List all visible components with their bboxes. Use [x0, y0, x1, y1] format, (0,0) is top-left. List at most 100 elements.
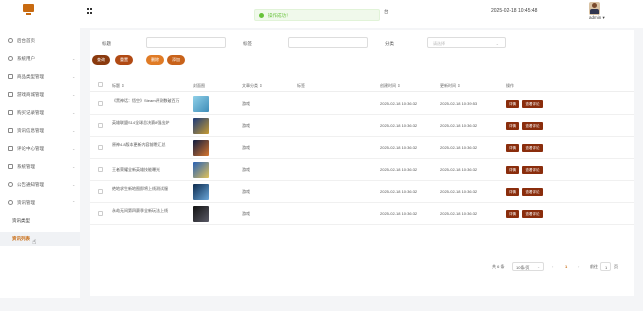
filter-title-label: 标题 — [102, 41, 111, 46]
detail-button[interactable]: 详情 — [506, 100, 519, 108]
table-row: 王者荣耀全新英雄技能曝光 游戏 2025-02-18 10:36:32 2025… — [90, 159, 634, 181]
row-checkbox[interactable] — [98, 123, 103, 128]
sidebar-item-label: 系统管理 — [17, 164, 35, 169]
row-updated: 2025-02-18 10:39:53 — [440, 101, 478, 106]
row-updated: 2025-02-18 10:36:32 — [440, 145, 478, 150]
cover-image — [193, 162, 209, 178]
avatar[interactable] — [589, 2, 600, 15]
sidebar-item-label: 系统用户 — [17, 56, 35, 61]
column-category[interactable]: 文章分类 ⇕ — [242, 83, 262, 89]
table-row: 英雄联盟S14全球总决赛8强出炉 游戏 2025-02-18 10:36:32 … — [90, 115, 634, 137]
sidebar-item-system-management[interactable]: 系统管理 ⌄ — [0, 160, 80, 174]
type-filter-placeholder: 请选择 — [433, 41, 445, 46]
next-page-button[interactable]: › — [578, 264, 579, 269]
sidebar-item-product-types[interactable]: 商品类型管理 ⌄ — [0, 70, 80, 84]
row-checkbox[interactable] — [98, 211, 103, 216]
list-icon — [8, 128, 13, 133]
page-size-select[interactable]: 10条/页 ⌄ — [512, 262, 544, 271]
comment-icon — [8, 146, 13, 151]
sidebar-item-announcements[interactable]: 公告通知管理 ⌄ — [0, 178, 80, 192]
row-category: 游戏 — [242, 211, 250, 216]
row-category: 游戏 — [242, 145, 250, 150]
type-filter-select[interactable]: 请选择 ⌄ — [427, 37, 506, 48]
view-comments-button[interactable]: 查看评论 — [522, 210, 543, 218]
row-checkbox[interactable] — [98, 167, 103, 172]
column-title[interactable]: 标题 ⇕ — [112, 83, 124, 89]
sidebar-item-purchase-records[interactable]: 购买记录管理 ⌄ — [0, 106, 80, 120]
row-checkbox[interactable] — [98, 189, 103, 194]
tag-filter-input[interactable] — [288, 37, 368, 48]
sidebar-item-label: 资讯管理 — [17, 200, 35, 205]
detail-button[interactable]: 详情 — [506, 144, 519, 152]
chevron-down-icon: ⌄ — [72, 74, 76, 79]
cover-image — [193, 140, 209, 156]
detail-button[interactable]: 详情 — [506, 210, 519, 218]
detail-button[interactable]: 详情 — [506, 188, 519, 196]
monitor-logo-icon[interactable] — [23, 4, 34, 17]
column-actions: 操作 — [506, 83, 514, 88]
detail-button[interactable]: 详情 — [506, 122, 519, 130]
title-filter-input[interactable] — [146, 37, 226, 48]
sidebar-item-home[interactable]: 后台首页 — [0, 34, 80, 48]
column-updated[interactable]: 更新时间 ⇕ — [440, 83, 460, 89]
top-bar: 操作成功！ 台 2025-02-18 10:45:48 admin ▾ — [0, 0, 643, 28]
grid-menu-icon[interactable] — [87, 8, 93, 14]
sidebar-item-label: 公告通知管理 — [17, 182, 44, 187]
view-comments-button[interactable]: 查看评论 — [522, 188, 543, 196]
chevron-down-icon: ⌄ — [72, 146, 76, 151]
page-number-current[interactable]: 1 — [565, 264, 567, 269]
page-suffix: 页 — [614, 264, 618, 269]
row-created: 2025-02-18 10:36:32 — [380, 145, 418, 150]
view-comments-button[interactable]: 查看评论 — [522, 166, 543, 174]
chevron-down-icon: ⌄ — [72, 182, 76, 187]
list-icon — [8, 110, 13, 115]
sidebar-item-comment-center[interactable]: 评论中心管理 ⌄ — [0, 142, 80, 156]
filter-tag-label: 标签 — [243, 41, 252, 46]
sidebar-item-news-info[interactable]: 资讯信息管理 ⌄ — [0, 124, 80, 138]
view-comments-button[interactable]: 查看评论 — [522, 122, 543, 130]
column-created[interactable]: 创建时间 ⇕ — [380, 83, 400, 89]
row-created: 2025-02-18 10:36:32 — [380, 167, 418, 172]
row-updated: 2025-02-18 10:36:32 — [440, 189, 478, 194]
chevron-down-icon: ⌄ — [72, 128, 76, 133]
row-title: 原神4.8版本更新内容前瞻汇总 — [112, 142, 166, 147]
row-updated: 2025-02-18 10:36:32 — [440, 211, 478, 216]
settings-icon — [8, 200, 13, 205]
chevron-down-icon: ⌄ — [72, 56, 76, 61]
view-comments-button[interactable]: 查看评论 — [522, 100, 543, 108]
goto-page-value: 1 — [605, 265, 608, 270]
row-created: 2025-02-18 10:36:32 — [380, 123, 418, 128]
sidebar-item-game-store[interactable]: 游戏商城管理 ⌄ — [0, 88, 80, 102]
view-comments-button[interactable]: 查看评论 — [522, 144, 543, 152]
reset-button[interactable]: 重置 — [115, 55, 133, 65]
add-button[interactable]: 添加 — [167, 55, 185, 65]
goto-page-input[interactable]: 1 — [600, 262, 611, 271]
chevron-down-icon: ⌄ — [537, 265, 540, 269]
hand-cursor-icon: ☝ — [32, 239, 37, 246]
row-title: 王者荣耀全新英雄技能曝光 — [112, 167, 160, 172]
cover-image — [193, 184, 209, 200]
sidebar-item-system-users[interactable]: 系统用户 ⌄ — [0, 52, 80, 66]
chevron-down-icon: ⌄ — [72, 164, 76, 169]
select-all-checkbox[interactable] — [98, 82, 103, 87]
success-toast: 操作成功！ — [254, 9, 380, 21]
chevron-up-icon: ⌃ — [72, 200, 76, 205]
detail-button[interactable]: 详情 — [506, 166, 519, 174]
header-title-tail: 台 — [384, 9, 389, 14]
chevron-down-icon: ⌄ — [72, 110, 76, 115]
query-button[interactable]: 查询 — [92, 55, 110, 65]
prev-page-button[interactable]: ‹ — [552, 264, 553, 269]
sidebar-subitem-news-list[interactable]: 资讯列表 ☝ — [0, 232, 80, 246]
delete-button[interactable]: 删除 — [146, 55, 164, 65]
clock-icon — [8, 38, 13, 43]
sidebar-item-label: 购买记录管理 — [17, 110, 44, 115]
sidebar-item-news-management[interactable]: 资讯管理 ⌃ — [0, 196, 80, 210]
user-menu[interactable]: admin ▾ — [589, 15, 605, 21]
list-icon — [8, 92, 13, 97]
column-cover: 封面图 — [193, 83, 205, 88]
row-title: 永劫无间第四赛季全新玩法上线 — [112, 208, 168, 213]
row-checkbox[interactable] — [98, 101, 103, 106]
row-created: 2025-02-18 10:36:32 — [380, 189, 418, 194]
sidebar-subitem-news-types[interactable]: 资讯类型 — [0, 214, 80, 228]
row-checkbox[interactable] — [98, 145, 103, 150]
